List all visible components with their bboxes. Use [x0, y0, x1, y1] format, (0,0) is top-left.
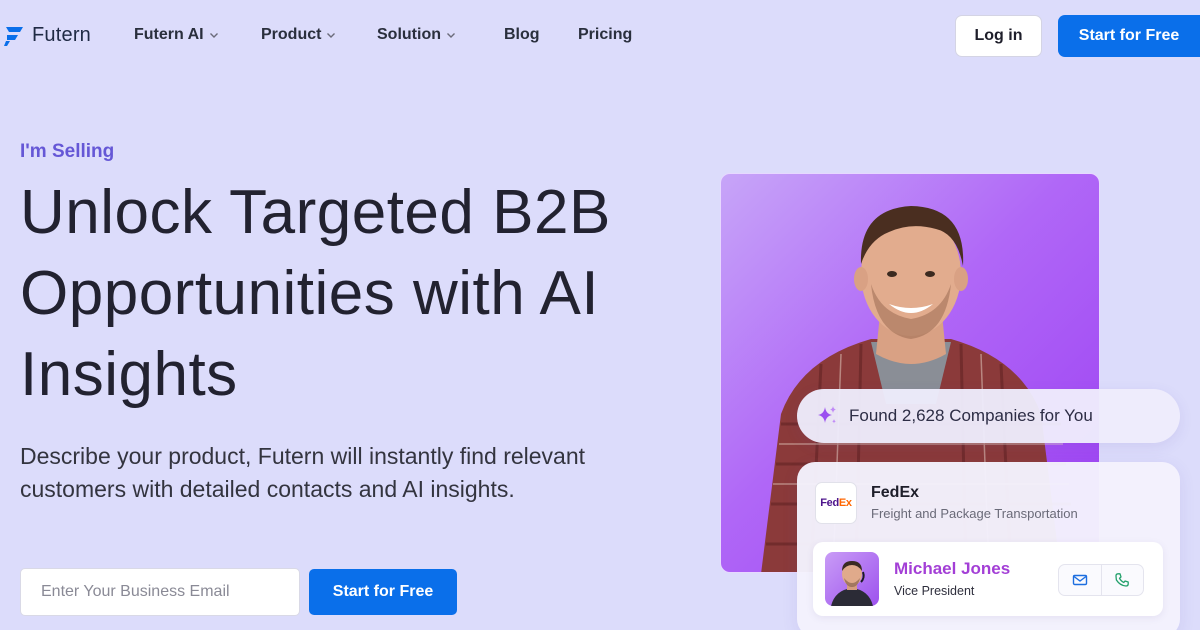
- nav-item-label: Futern AI: [134, 26, 204, 43]
- fedex-logo-ex: Ex: [838, 497, 852, 509]
- found-companies-text: Found 2,628 Companies for You: [849, 406, 1093, 425]
- futern-logo-icon: [4, 26, 23, 46]
- nav-item-product[interactable]: Product: [261, 26, 336, 44]
- top-navigation: Futern Futern AI Product Solution Blog P…: [0, 0, 1200, 72]
- sparkle-icon: [818, 406, 836, 424]
- start-for-free-nav-button[interactable]: Start for Free: [1058, 15, 1200, 57]
- company-result-card: Fed Ex FedEx Freight and Package Transpor…: [797, 462, 1180, 630]
- hero-subheadline: Describe your product, Futern will insta…: [20, 443, 586, 502]
- chevron-down-icon: [327, 33, 336, 38]
- contact-photo: [831, 561, 873, 606]
- nav-item-solution[interactable]: Solution: [377, 26, 456, 44]
- login-button[interactable]: Log in: [955, 15, 1042, 57]
- company-name: FedEx: [871, 484, 920, 501]
- mail-icon: [1072, 574, 1088, 586]
- business-email-input[interactable]: [20, 568, 300, 616]
- avatar: [825, 552, 879, 606]
- call-contact-button[interactable]: [1100, 565, 1143, 595]
- brand-logo[interactable]: Futern: [4, 24, 91, 47]
- nav-item-blog[interactable]: Blog: [504, 26, 540, 44]
- start-for-free-button[interactable]: Start for Free: [309, 569, 457, 615]
- company-description: Freight and Package Transportation: [871, 506, 1078, 521]
- contact-actions: [1058, 564, 1144, 596]
- nav-item-label: Blog: [504, 26, 540, 43]
- fedex-logo: Fed Ex: [815, 482, 857, 524]
- found-companies-badge: Found 2,628 Companies for You: [797, 389, 1180, 443]
- contact-title: Vice President: [894, 584, 975, 598]
- email-contact-button[interactable]: [1059, 565, 1101, 595]
- chevron-down-icon: [446, 33, 455, 38]
- hero-headline: Unlock Targeted B2B Opportunities with A…: [20, 178, 611, 409]
- nav-item-futern-ai[interactable]: Futern AI: [134, 26, 219, 44]
- nav-item-pricing[interactable]: Pricing: [578, 26, 632, 44]
- contact-card: Michael Jones Vice President: [813, 542, 1163, 616]
- nav-item-label: Product: [261, 26, 322, 43]
- phone-icon: [1115, 573, 1130, 587]
- chevron-down-icon: [209, 33, 218, 38]
- hero-eyebrow: I'm Selling: [20, 141, 115, 162]
- nav-item-label: Solution: [377, 26, 441, 43]
- fedex-logo-fed: Fed: [820, 497, 839, 509]
- contact-name: Michael Jones: [894, 559, 1011, 578]
- brand-name: Futern: [32, 24, 92, 46]
- nav-item-label: Pricing: [578, 26, 633, 43]
